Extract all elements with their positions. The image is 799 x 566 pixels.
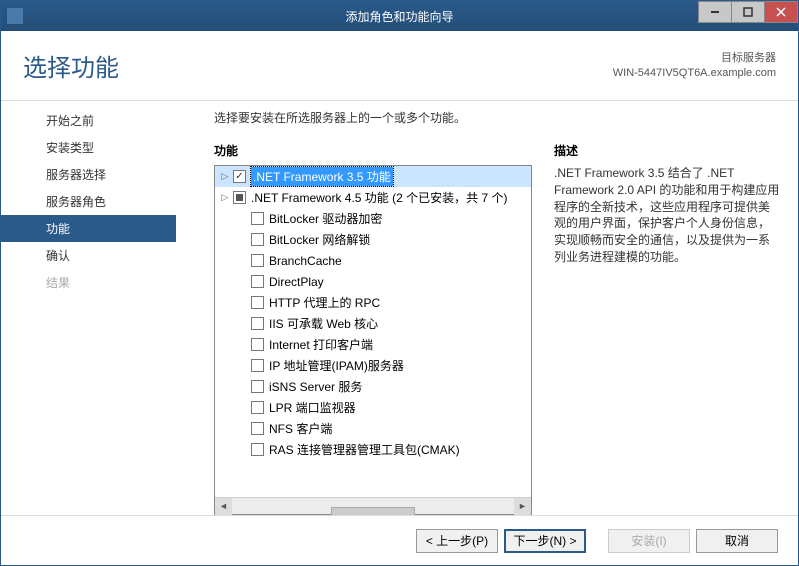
feature-item[interactable]: NFS 客户端 — [215, 418, 531, 439]
content-area: 选择功能 目标服务器 WIN-5447IV5QT6A.example.com 开… — [1, 31, 798, 565]
window-title: 添加角色和功能向导 — [345, 8, 453, 25]
description-text: .NET Framework 3.5 结合了 .NET Framework 2.… — [554, 165, 780, 266]
feature-label: BitLocker 驱动器加密 — [269, 210, 382, 227]
feature-checkbox[interactable] — [251, 296, 264, 309]
feature-item[interactable]: ▷ .NET Framework 4.5 功能 (2 个已安装，共 7 个) — [215, 187, 531, 208]
feature-checkbox[interactable] — [251, 317, 264, 330]
feature-label: BitLocker 网络解锁 — [269, 231, 370, 248]
feature-label: iSNS Server 服务 — [269, 378, 362, 395]
feature-label: IP 地址管理(IPAM)服务器 — [269, 357, 404, 374]
features-heading: 功能 — [214, 142, 532, 159]
feature-label: .NET Framework 4.5 功能 (2 个已安装，共 7 个) — [251, 189, 507, 206]
wizard-nav: 开始之前安装类型服务器选择服务器角色功能确认结果 — [1, 101, 176, 515]
target-label: 目标服务器 — [613, 51, 776, 65]
nav-item[interactable]: 功能 — [1, 215, 176, 242]
feature-item[interactable]: LPR 端口监视器 — [215, 397, 531, 418]
feature-item[interactable]: Internet 打印客户端 — [215, 334, 531, 355]
target-server-info: 目标服务器 WIN-5447IV5QT6A.example.com — [613, 51, 776, 80]
nav-item[interactable]: 服务器角色 — [1, 188, 176, 215]
description-column: 描述 .NET Framework 3.5 结合了 .NET Framework… — [554, 142, 780, 515]
feature-checkbox[interactable] — [251, 380, 264, 393]
next-button[interactable]: 下一步(N) > — [504, 529, 586, 553]
feature-label: RAS 连接管理器管理工具包(CMAK) — [269, 441, 460, 458]
feature-item[interactable]: IP 地址管理(IPAM)服务器 — [215, 355, 531, 376]
feature-label: LPR 端口监视器 — [269, 399, 356, 416]
feature-label: NFS 客户端 — [269, 420, 332, 437]
nav-item[interactable]: 确认 — [1, 242, 176, 269]
feature-item[interactable]: iSNS Server 服务 — [215, 376, 531, 397]
feature-checkbox[interactable] — [251, 443, 264, 456]
instruction-text: 选择要安装在所选服务器上的一个或多个功能。 — [214, 109, 780, 126]
expand-icon[interactable]: ▷ — [219, 192, 231, 203]
nav-item[interactable]: 服务器选择 — [1, 161, 176, 188]
feature-item[interactable]: HTTP 代理上的 RPC — [215, 292, 531, 313]
nav-item[interactable]: 开始之前 — [1, 107, 176, 134]
feature-item[interactable]: ▷✓ .NET Framework 3.5 功能 — [215, 166, 531, 187]
feature-item[interactable]: BitLocker 驱动器加密 — [215, 208, 531, 229]
feature-checkbox[interactable] — [251, 233, 264, 246]
feature-label: HTTP 代理上的 RPC — [269, 294, 380, 311]
feature-checkbox[interactable] — [251, 212, 264, 225]
feature-checkbox[interactable] — [251, 401, 264, 414]
feature-checkbox[interactable] — [251, 275, 264, 288]
page-title: 选择功能 — [23, 48, 119, 83]
feature-label: Internet 打印客户端 — [269, 336, 373, 353]
scroll-left-arrow-icon[interactable]: ◄ — [215, 498, 232, 515]
feature-checkbox[interactable] — [251, 422, 264, 435]
feature-label: BranchCache — [269, 254, 342, 268]
maximize-button[interactable] — [731, 1, 765, 23]
nav-item: 结果 — [1, 269, 176, 296]
feature-item[interactable]: RAS 连接管理器管理工具包(CMAK) — [215, 439, 531, 460]
description-heading: 描述 — [554, 142, 780, 159]
target-value: WIN-5447IV5QT6A.example.com — [613, 66, 776, 80]
feature-checkbox[interactable]: ✓ — [233, 170, 246, 183]
feature-item[interactable]: IIS 可承载 Web 核心 — [215, 313, 531, 334]
body: 开始之前安装类型服务器选择服务器角色功能确认结果 选择要安装在所选服务器上的一个… — [1, 101, 798, 515]
features-listbox[interactable]: ▷✓ .NET Framework 3.5 功能 ▷ .NET Framework 4… — [214, 165, 532, 515]
titlebar: 添加角色和功能向导 — [1, 1, 798, 31]
feature-checkbox[interactable] — [233, 191, 246, 204]
scroll-thumb[interactable] — [331, 507, 416, 515]
wizard-footer: < 上一步(P) 下一步(N) > 安装(I) 取消 — [1, 515, 798, 565]
cancel-button[interactable]: 取消 — [696, 529, 778, 553]
horizontal-scrollbar[interactable]: ◄ ► — [215, 497, 531, 514]
feature-item[interactable]: BranchCache — [215, 250, 531, 271]
feature-item[interactable]: DirectPlay — [215, 271, 531, 292]
app-icon — [7, 8, 23, 24]
main-panel: 选择要安装在所选服务器上的一个或多个功能。 功能 ▷✓ .NET Framewor… — [176, 101, 798, 515]
columns: 功能 ▷✓ .NET Framework 3.5 功能 ▷ .NET Framewor… — [214, 142, 780, 515]
expand-icon[interactable]: ▷ — [219, 171, 231, 182]
feature-label: .NET Framework 3.5 功能 — [251, 167, 393, 186]
feature-label: DirectPlay — [269, 275, 324, 289]
features-column: 功能 ▷✓ .NET Framework 3.5 功能 ▷ .NET Framewor… — [214, 142, 532, 515]
features-scroll-area[interactable]: ▷✓ .NET Framework 3.5 功能 ▷ .NET Framework 4… — [215, 166, 531, 497]
wizard-window: 添加角色和功能向导 选择功能 目标服务器 WIN-5447IV5QT6A.exa… — [0, 0, 799, 566]
nav-item[interactable]: 安装类型 — [1, 134, 176, 161]
feature-checkbox[interactable] — [251, 359, 264, 372]
feature-label: IIS 可承载 Web 核心 — [269, 315, 378, 332]
feature-item[interactable]: BitLocker 网络解锁 — [215, 229, 531, 250]
prev-button[interactable]: < 上一步(P) — [416, 529, 498, 553]
feature-checkbox[interactable] — [251, 338, 264, 351]
feature-checkbox[interactable] — [251, 254, 264, 267]
close-button[interactable] — [764, 1, 798, 23]
minimize-button[interactable] — [698, 1, 732, 23]
scroll-right-arrow-icon[interactable]: ► — [514, 498, 531, 515]
install-button[interactable]: 安装(I) — [608, 529, 690, 553]
page-header: 选择功能 目标服务器 WIN-5447IV5QT6A.example.com — [1, 31, 798, 101]
